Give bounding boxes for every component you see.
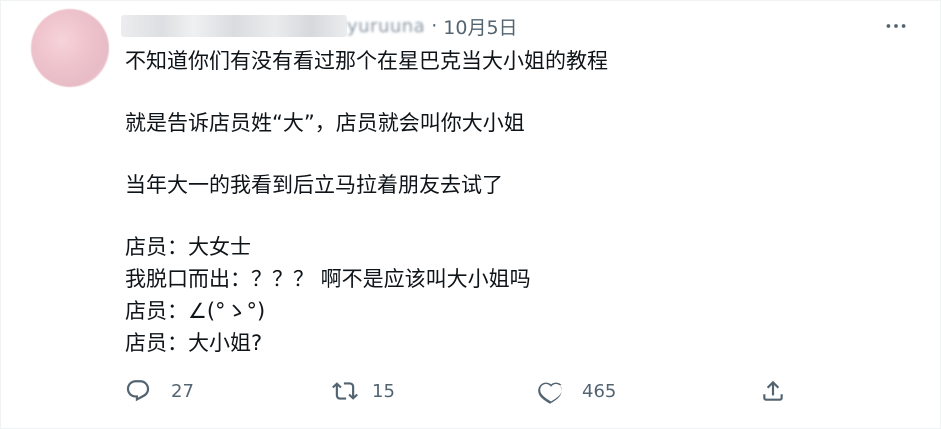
tweet-text: 不知道你们有没有看过那个在星巴克当大小姐的教程 就是告诉店员姓“大”，店员就会叫… xyxy=(125,45,905,359)
heart-icon xyxy=(538,382,562,404)
tweet-line: 就是告诉店员姓“大”，店员就会叫你大小姐 xyxy=(125,111,525,135)
like-button[interactable]: 465 xyxy=(538,373,616,409)
reply-count: 27 xyxy=(171,380,194,402)
reply-icon xyxy=(126,380,150,402)
share-icon xyxy=(763,380,783,401)
tweet-line: 我脱口而出：？？？ 啊不是应该叫大小姐吗 xyxy=(125,267,531,291)
like-count: 465 xyxy=(582,380,617,402)
more-options-button[interactable] xyxy=(881,13,911,39)
tweet-line: 店员：∠(°ゝ°) xyxy=(125,299,266,323)
avatar[interactable] xyxy=(31,9,109,87)
retweet-icon xyxy=(332,382,358,400)
tweet-line: 店员：大女士 xyxy=(125,235,251,259)
retweet-count: 15 xyxy=(372,380,395,402)
blurred-display-name[interactable] xyxy=(121,15,347,37)
more-horizontal-icon xyxy=(886,24,906,28)
tweet-date[interactable]: 10月5日 xyxy=(443,13,517,40)
reply-button[interactable]: 27 xyxy=(125,373,194,409)
tweet-card[interactable]: yuruuna · 10月5日 不知道你们有没有看过那个在星巴克当大小姐的教程 … xyxy=(0,0,941,429)
retweet-button[interactable]: 15 xyxy=(332,373,395,409)
share-button[interactable] xyxy=(760,373,786,409)
separator-dot: · xyxy=(431,15,438,37)
tweet-line: 不知道你们有没有看过那个在星巴克当大小姐的教程 xyxy=(125,49,608,73)
user-handle[interactable]: yuruuna xyxy=(347,16,425,37)
action-bar: 27 15 465 xyxy=(1,373,941,409)
tweet-line: 店员：大小姐? xyxy=(125,331,263,355)
tweet-header: yuruuna · 10月5日 xyxy=(121,11,518,41)
tweet-line: 当年大一的我看到后立马拉着朋友去试了 xyxy=(125,173,503,197)
